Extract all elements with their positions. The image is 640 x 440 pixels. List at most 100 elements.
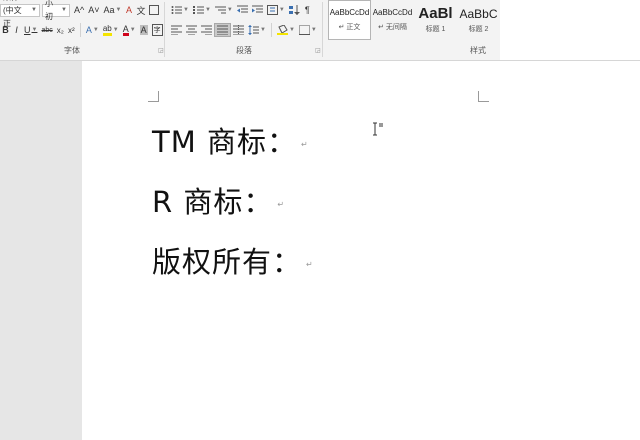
- separator: [270, 23, 272, 37]
- shading-button[interactable]: ▼: [275, 23, 297, 37]
- doc-line-text: 版权所有：: [152, 245, 303, 279]
- style-sample: AaBl: [418, 4, 453, 22]
- chevron-down-icon: ▼: [204, 7, 211, 13]
- chevron-down-icon[interactable]: ▼: [31, 4, 37, 17]
- chevron-down-icon: ▼: [260, 27, 266, 33]
- highlight-icon: ab: [102, 24, 112, 36]
- paragraph-dialog-launcher-icon[interactable]: ◲: [315, 47, 321, 54]
- char-border-icon: 字: [151, 24, 163, 36]
- document-page[interactable]: TM 商标： ↵ R 商标： ↵ 版权所有： ↵: [82, 61, 548, 440]
- text-effects-icon: A: [85, 25, 92, 35]
- style-sample: AaBbCcDd: [329, 8, 370, 17]
- justify-button[interactable]: [214, 23, 231, 37]
- enclose-char-icon: [149, 5, 160, 15]
- strikethrough-button[interactable]: abc: [39, 23, 54, 37]
- doc-line-text: R 商标：: [152, 185, 274, 219]
- chevron-down-icon[interactable]: ▼: [61, 4, 67, 17]
- style-heading-2[interactable]: AaBbC 标题 2: [457, 0, 500, 40]
- grow-font-button[interactable]: A^: [72, 3, 86, 17]
- shrink-font-icon: A˅: [88, 5, 100, 15]
- grow-font-icon: A^: [74, 5, 85, 15]
- highlight-button[interactable]: ab ▼: [101, 23, 121, 37]
- underline-icon: U: [24, 25, 31, 35]
- subscript-button[interactable]: x₂: [55, 23, 66, 37]
- decrease-indent-icon: [236, 5, 248, 13]
- decrease-indent-button[interactable]: [235, 3, 250, 17]
- increase-indent-button[interactable]: [250, 3, 265, 17]
- underline-button[interactable]: U ▼: [22, 23, 39, 37]
- borders-icon: [298, 25, 310, 35]
- clear-formatting-button[interactable]: A: [123, 3, 134, 17]
- italic-icon: I: [15, 25, 18, 35]
- align-center-icon: [186, 25, 197, 35]
- chevron-down-icon: ▼: [31, 27, 38, 33]
- char-border-button[interactable]: 字: [150, 23, 165, 37]
- font-size-combo[interactable]: 小初 ▼: [42, 0, 70, 21]
- group-divider: [322, 2, 323, 57]
- overlay-region: [500, 0, 640, 60]
- style-name: 标题 2: [468, 25, 489, 33]
- line-spacing-button[interactable]: ▼: [246, 23, 268, 37]
- shrink-font-button[interactable]: A˅: [86, 3, 101, 17]
- align-left-icon: [171, 25, 182, 35]
- clear-formatting-icon: A: [125, 5, 132, 15]
- paragraph-mark-icon: ↵: [277, 199, 286, 209]
- chevron-down-icon: ▼: [112, 27, 119, 33]
- chevron-down-icon: ▼: [288, 27, 295, 33]
- chevron-down-icon: ▼: [310, 27, 317, 33]
- doc-line-r[interactable]: R 商标： ↵: [152, 179, 285, 221]
- superscript-button[interactable]: x²: [66, 23, 77, 37]
- align-right-button[interactable]: [199, 23, 214, 37]
- bullets-button[interactable]: ▼: [169, 3, 191, 17]
- enclose-char-button[interactable]: [147, 3, 161, 17]
- font-group-label: 字体: [64, 46, 80, 55]
- paragraph-row-2: ▼ ▼ ▼: [169, 22, 319, 38]
- numbering-button[interactable]: ▼: [191, 3, 213, 17]
- multilevel-list-button[interactable]: ▼: [213, 3, 235, 17]
- paragraph-row-1: ▼ ▼ ▼ ▼ ¶: [169, 2, 313, 18]
- paragraph-mark-icon: ↵: [306, 259, 314, 269]
- align-left-button[interactable]: [169, 23, 184, 37]
- font-name-combo[interactable]: 宋体 (中文正 ▼: [0, 0, 40, 28]
- style-no-spacing[interactable]: AaBbCcDd ↵ 无间隔: [371, 0, 414, 40]
- change-case-icon: Aa: [103, 5, 115, 15]
- style-sample: AaBbC: [459, 6, 498, 21]
- font-color-button[interactable]: A ▼: [121, 23, 138, 37]
- borders-button[interactable]: ▼: [297, 23, 319, 37]
- margin-corner-mark: [148, 91, 159, 102]
- doc-line-text: TM 商标：: [152, 125, 297, 159]
- style-heading-1[interactable]: AaBl 标题 1: [414, 0, 457, 40]
- subscript-icon: x₂: [56, 25, 64, 35]
- increase-indent-icon: [251, 5, 263, 13]
- show-marks-button[interactable]: ¶: [302, 3, 313, 17]
- chevron-down-icon: ▼: [115, 7, 122, 13]
- font-color-icon: A: [122, 23, 129, 36]
- font-dialog-launcher-icon[interactable]: ◲: [158, 47, 164, 54]
- italic-button[interactable]: I: [11, 23, 22, 37]
- style-normal[interactable]: AaBbCcDd ↵ 正文: [328, 0, 371, 40]
- sort-button[interactable]: [287, 3, 302, 17]
- doc-line-copyright[interactable]: 版权所有： ↵: [152, 239, 314, 281]
- change-case-button[interactable]: Aa ▼: [102, 3, 124, 17]
- chinese-layout-button[interactable]: ▼: [265, 3, 287, 17]
- char-shading-button[interactable]: A: [138, 23, 150, 37]
- align-center-button[interactable]: [184, 23, 199, 37]
- phonetic-guide-icon: 文: [136, 5, 146, 16]
- multilevel-list-icon: [214, 6, 226, 14]
- font-size-value: 小初: [45, 0, 53, 21]
- font-row-2: B I U ▼ abc x₂ x² A ▼ ab ▼ A ▼ A 字: [0, 22, 165, 38]
- phonetic-guide-button[interactable]: 文: [134, 3, 147, 17]
- chevron-down-icon: ▼: [129, 27, 136, 33]
- sort-icon: [288, 5, 300, 15]
- overlay-region: [548, 61, 640, 440]
- char-shading-icon: A: [139, 25, 148, 35]
- doc-line-tm[interactable]: TM 商标： ↵: [152, 119, 309, 161]
- text-effects-button[interactable]: A ▼: [84, 23, 101, 37]
- bold-button[interactable]: B: [0, 23, 11, 37]
- justify-icon: [217, 25, 228, 35]
- margin-corner-mark: [478, 91, 489, 102]
- bullets-icon: [171, 6, 182, 14]
- separator: [79, 23, 81, 37]
- distributed-icon: [233, 25, 244, 35]
- distributed-button[interactable]: [231, 23, 246, 37]
